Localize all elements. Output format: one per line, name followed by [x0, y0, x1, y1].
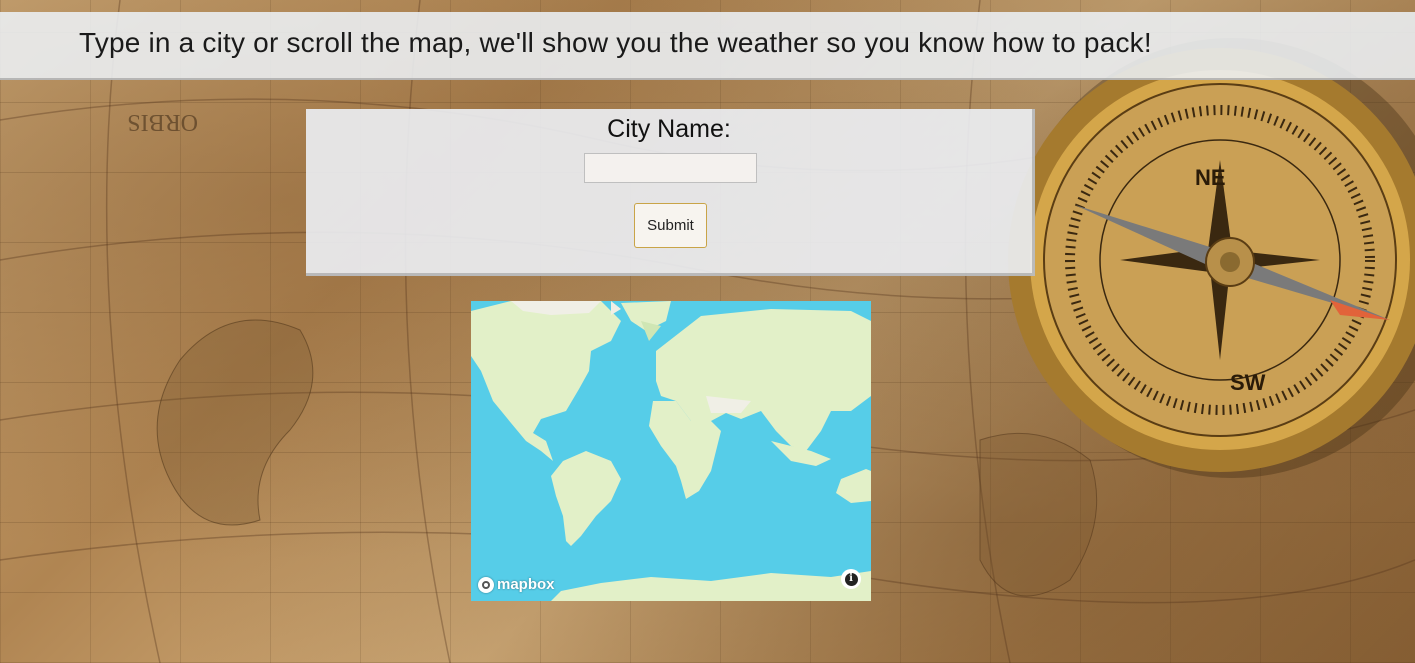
svg-text:NE: NE [1195, 165, 1226, 190]
weather-map[interactable]: mapbox i [471, 301, 871, 601]
submit-button[interactable]: Submit [634, 203, 707, 248]
city-name-input[interactable] [584, 153, 757, 183]
svg-text:SW: SW [1230, 370, 1266, 395]
mapbox-logo-text: mapbox [497, 576, 555, 593]
svg-text:ORBIS: ORBIS [127, 109, 198, 135]
world-map[interactable] [471, 301, 871, 601]
mapbox-logo-icon [478, 576, 494, 593]
city-name-label: City Name: [607, 115, 731, 143]
header-bar: Type in a city or scroll the map, we'll … [0, 12, 1415, 80]
compass-icon: NE SW [1008, 38, 1415, 478]
mapbox-logo[interactable]: mapbox [478, 576, 555, 593]
page-title: Type in a city or scroll the map, we'll … [79, 27, 1152, 58]
city-search-form: City Name: Submit [306, 109, 1035, 276]
attribution-info-button[interactable]: i [841, 569, 861, 589]
info-icon: i [844, 572, 858, 586]
